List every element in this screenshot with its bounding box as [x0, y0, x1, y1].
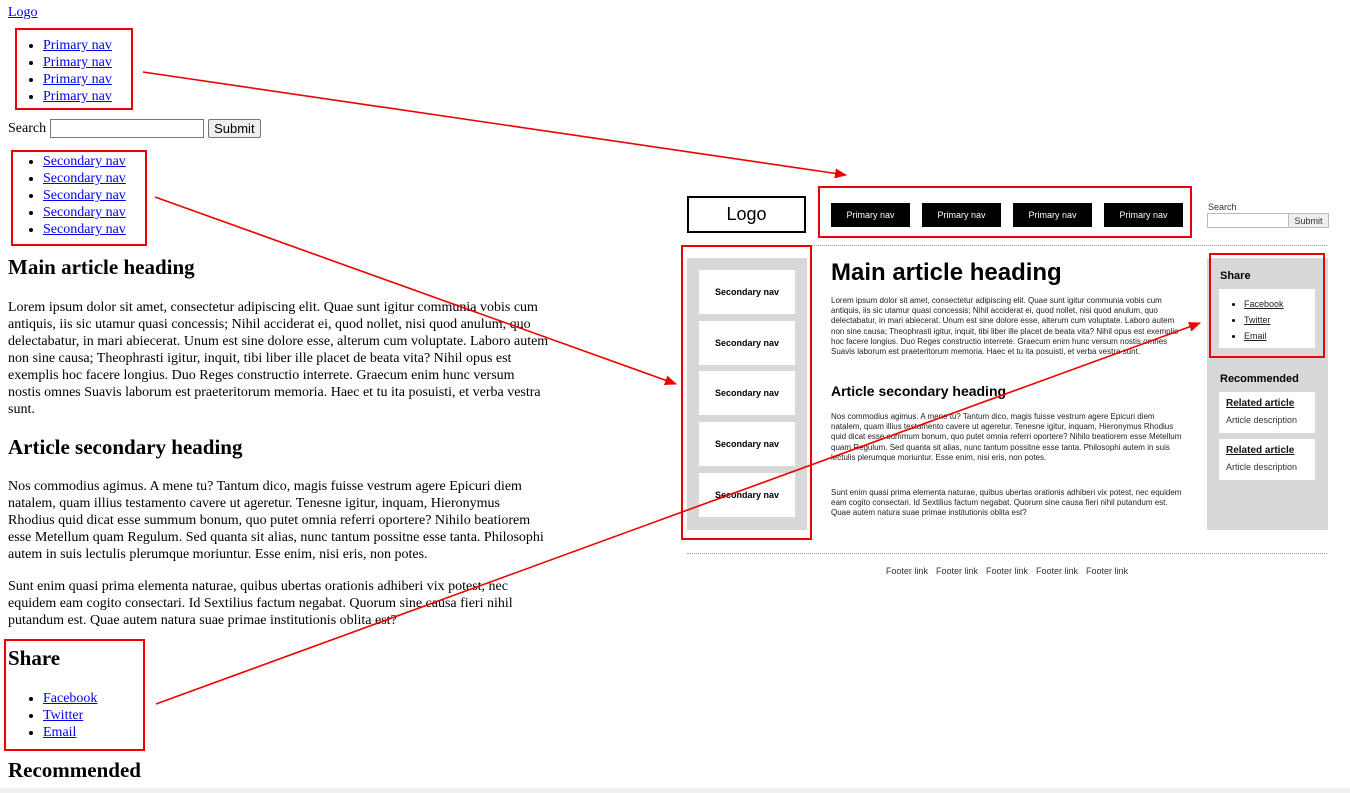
share-arrow — [155, 322, 1201, 705]
window-bottom-edge — [0, 788, 1350, 793]
secondary-nav-arrow — [154, 196, 677, 385]
primary-nav-arrow — [142, 71, 847, 179]
mapping-arrows — [142, 71, 1201, 705]
